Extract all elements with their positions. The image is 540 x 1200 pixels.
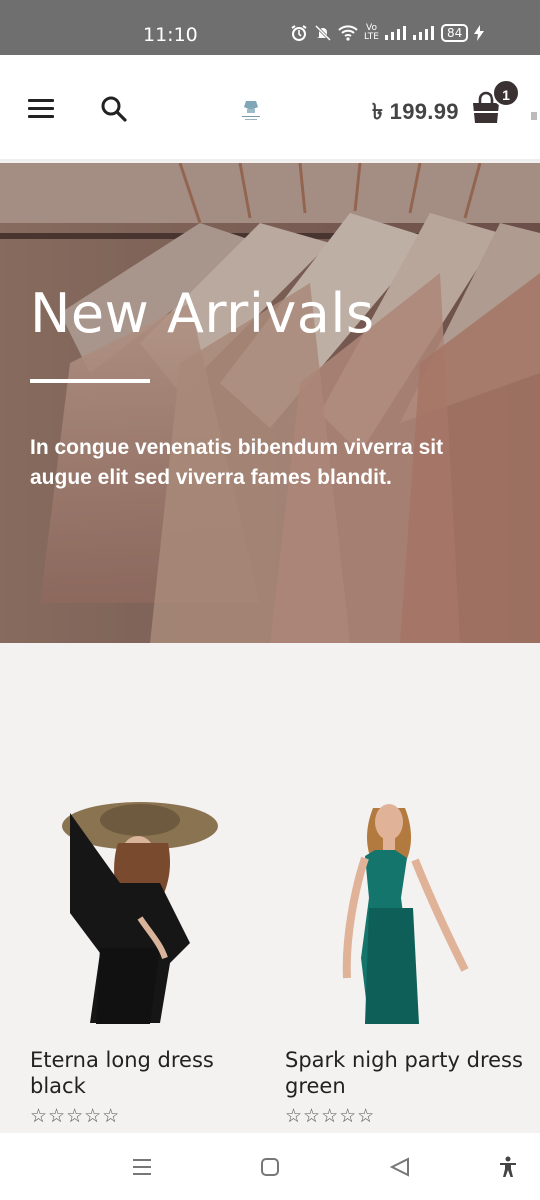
battery-level: 84 — [440, 24, 469, 42]
accessibility-icon[interactable] — [496, 1155, 520, 1179]
product-title[interactable]: Spark nigh party dress green — [285, 1047, 525, 1099]
volte-indicator: Vo LTE — [364, 23, 379, 42]
scrollbar[interactable] — [531, 112, 537, 120]
hamburger-icon — [28, 99, 54, 102]
wifi-icon — [338, 25, 358, 41]
status-time: 11:10 — [143, 24, 198, 46]
site-header: ৳ 199.99 1 — [0, 55, 540, 161]
product-rating: ☆☆☆☆☆ — [285, 1106, 376, 1127]
hero-title: New Arrivals — [30, 282, 375, 345]
signal-icon-2 — [412, 26, 434, 40]
status-icons: Vo LTE 84 — [290, 23, 485, 42]
search-icon[interactable] — [100, 95, 128, 123]
status-bar: 11:10 Vo LTE 84 — [0, 0, 540, 55]
hero-background-image — [0, 163, 540, 643]
product-title[interactable]: Eterna long dress black — [30, 1047, 270, 1099]
charging-icon — [474, 25, 485, 41]
recent-apps-icon[interactable] — [130, 1155, 154, 1179]
alarm-icon — [291, 25, 307, 41]
product-card[interactable]: Eterna long dress black ☆☆☆☆☆ — [30, 798, 270, 1128]
signal-icon — [384, 26, 406, 40]
home-icon[interactable] — [258, 1155, 282, 1179]
system-navigation-bar — [0, 1133, 540, 1200]
cart-total[interactable]: ৳ 199.99 — [372, 95, 459, 132]
product-image[interactable] — [30, 798, 270, 1024]
back-icon[interactable] — [388, 1155, 412, 1179]
menu-button[interactable] — [28, 99, 54, 119]
hero-divider — [30, 379, 150, 383]
product-image[interactable] — [285, 798, 525, 1024]
product-rating: ☆☆☆☆☆ — [30, 1106, 121, 1127]
cart-count-badge: 1 — [492, 79, 520, 107]
hero-description: In congue venenatis bibendum viverra sit… — [30, 436, 444, 489]
mute-icon — [314, 24, 332, 42]
product-card[interactable]: Spark nigh party dress green ☆☆☆☆☆ — [285, 798, 525, 1128]
logo[interactable] — [240, 97, 262, 121]
product-grid: Eterna long dress black ☆☆☆☆☆ Spark nigh… — [0, 643, 540, 1133]
hero-banner: New Arrivals In congue venenatis bibendu… — [0, 163, 540, 643]
